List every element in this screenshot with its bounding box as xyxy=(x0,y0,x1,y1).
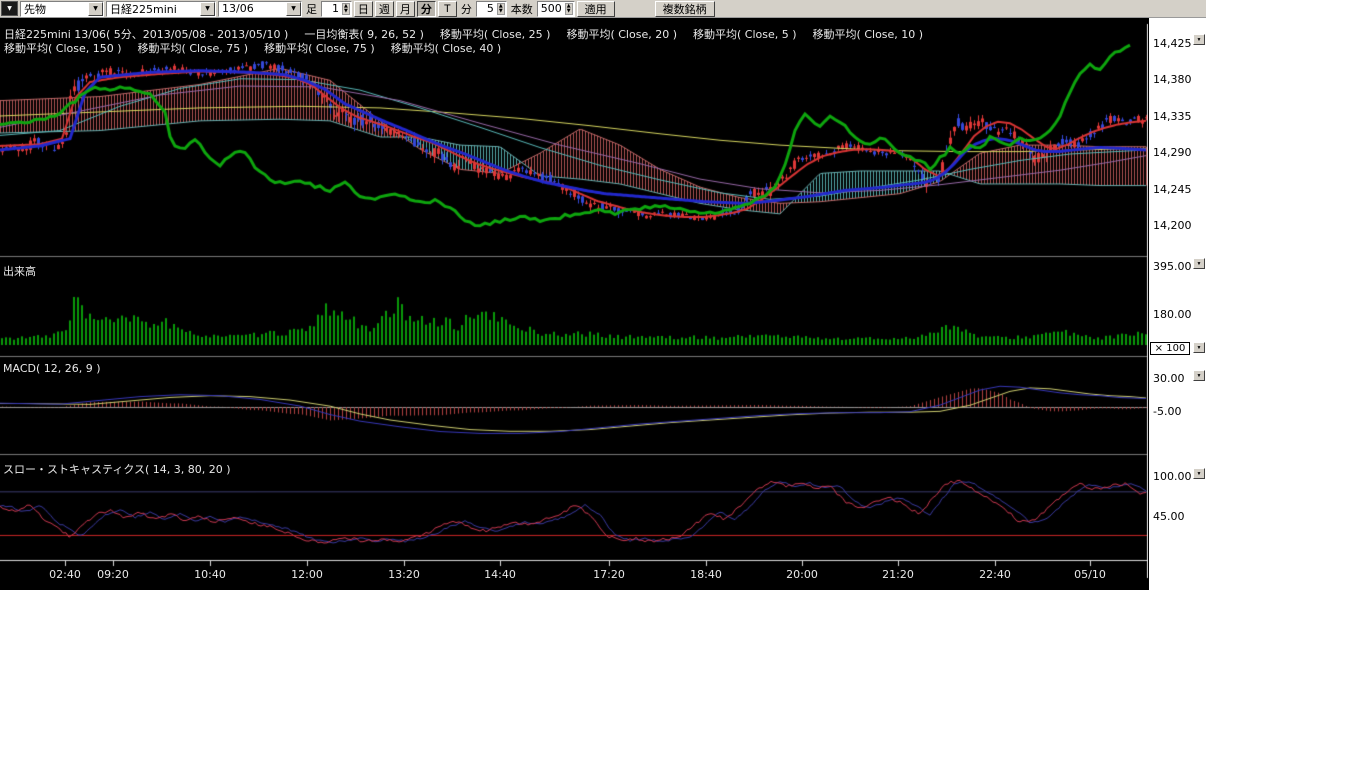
minute-unit-label: 分 xyxy=(459,1,474,17)
spinner-arrows-icon[interactable]: ▲▼ xyxy=(497,3,505,15)
time-axis-label: 02:40 xyxy=(49,568,81,581)
period-tick-button[interactable]: T xyxy=(438,1,457,17)
price-axis-label: 14,335 xyxy=(1153,111,1192,123)
period-minute-button[interactable]: 分 xyxy=(417,1,436,17)
market-select[interactable]: 先物 ▼ xyxy=(20,1,104,17)
time-axis-label: 22:40 xyxy=(979,568,1011,581)
macd-axis-label: 30.00 xyxy=(1153,373,1185,385)
time-axis-label: 12:00 xyxy=(291,568,323,581)
time-axis-label: 13:20 xyxy=(388,568,420,581)
price-axis-label: 14,380 xyxy=(1153,74,1192,86)
price-pane-scale-button[interactable]: ▼ xyxy=(1193,34,1205,45)
indicator-label: 移動平均( Close, 40 ) xyxy=(391,42,502,55)
stoch-pane-scale-button[interactable]: ▼ xyxy=(1193,468,1205,479)
indicator-label: 移動平均( Close, 75 ) xyxy=(138,42,249,55)
time-axis-label: 17:20 xyxy=(593,568,625,581)
symbol-select-value: 日経225mini xyxy=(110,1,177,17)
bar-type-label: 足 xyxy=(304,1,319,17)
price-axis-strip: ▼ ▼ × 100 ▼ ▼ ▼ 14,425 14,380 14,335 14,290… xyxy=(1148,18,1206,590)
chart-application-window: ▼ 先物 ▼ 日経225mini ▼ 13/06 ▼ 足 1 ▲▼ 日 週 月 … xyxy=(0,0,1206,590)
time-axis-label: 21:20 xyxy=(882,568,914,581)
stoch-axis-label: 45.00 xyxy=(1153,511,1185,523)
volume-pane-scale-button[interactable]: ▼ xyxy=(1193,258,1205,269)
stoch-axis-label: 100.00 xyxy=(1153,471,1192,483)
period-day-button[interactable]: 日 xyxy=(354,1,373,17)
volume-axis-label: 395.00 xyxy=(1153,261,1192,273)
minutes-stepper[interactable]: 5 ▲▼ xyxy=(476,1,507,17)
stochastics-pane-label: スロー・ストキャスティクス( 14, 3, 80, 20 ) xyxy=(3,461,231,477)
volume-multiplier-badge: × 100 xyxy=(1150,342,1190,355)
indicator-label: 移動平均( Close, 150 ) xyxy=(4,42,122,55)
spinner-down-icon[interactable]: ▼ xyxy=(344,9,348,14)
price-axis-label: 14,425 xyxy=(1153,38,1192,50)
multi-symbol-button[interactable]: 複数銘柄 xyxy=(655,1,715,17)
price-axis-label: 14,290 xyxy=(1153,147,1192,159)
macd-axis-label: -5.00 xyxy=(1153,406,1181,418)
macd-pane-label: MACD( 12, 26, 9 ) xyxy=(3,362,101,375)
symbol-select[interactable]: 日経225mini ▼ xyxy=(106,1,216,17)
spinner-arrows-icon[interactable]: ▲▼ xyxy=(565,3,573,15)
chevron-down-icon[interactable]: ▼ xyxy=(200,2,215,16)
indicator-label: 移動平均( Close, 10 ) xyxy=(813,28,924,41)
apply-button[interactable]: 適用 xyxy=(577,1,615,17)
chart-area: 日経225mini 13/06( 5分、2013/05/08 - 2013/05… xyxy=(0,18,1148,590)
multiplier-scale-button[interactable]: ▼ xyxy=(1193,342,1205,353)
market-select-value: 先物 xyxy=(24,1,46,17)
price-axis-label: 14,200 xyxy=(1153,220,1192,232)
period-month-button[interactable]: 月 xyxy=(396,1,415,17)
chevron-down-icon: ▼ xyxy=(7,5,12,12)
time-axis-label: 09:20 xyxy=(97,568,129,581)
time-axis-label: 10:40 xyxy=(194,568,226,581)
chart-title-line2: 移動平均( Close, 150 ) 移動平均( Close, 75 ) 移動平均(… xyxy=(4,40,517,56)
time-axis-label: 20:00 xyxy=(786,568,818,581)
volume-pane-label: 出来高 xyxy=(3,263,36,279)
period-week-button[interactable]: 週 xyxy=(375,1,394,17)
spinner-arrows-icon[interactable]: ▲▼ xyxy=(342,3,350,15)
spinner-down-icon[interactable]: ▼ xyxy=(567,9,571,14)
time-axis-label: 05/10 xyxy=(1074,568,1106,581)
price-chart-canvas[interactable] xyxy=(0,18,1148,590)
bar-count-label: 本数 xyxy=(509,1,535,17)
contract-select[interactable]: 13/06 ▼ xyxy=(218,1,302,17)
chevron-down-icon[interactable]: ▼ xyxy=(88,2,103,16)
indicator-label: 移動平均( Close, 20 ) xyxy=(566,28,677,41)
minutes-value: 5 xyxy=(480,2,494,15)
indicator-label: 移動平均( Close, 5 ) xyxy=(693,28,797,41)
indicator-label: 移動平均( Close, 75 ) xyxy=(264,42,375,55)
interval-stepper[interactable]: 1 ▲▼ xyxy=(321,1,352,17)
contract-select-value: 13/06 xyxy=(222,2,254,15)
bar-count-stepper[interactable]: 500 ▲▼ xyxy=(537,1,575,17)
time-axis-label: 14:40 xyxy=(484,568,516,581)
macd-pane-scale-button[interactable]: ▼ xyxy=(1193,370,1205,381)
bar-count-value: 500 xyxy=(541,2,562,15)
price-axis-label: 14,245 xyxy=(1153,184,1192,196)
spinner-down-icon[interactable]: ▼ xyxy=(499,9,503,14)
toolbar: ▼ 先物 ▼ 日経225mini ▼ 13/06 ▼ 足 1 ▲▼ 日 週 月 … xyxy=(0,0,1206,18)
interval-value: 1 xyxy=(325,2,339,15)
chevron-down-icon[interactable]: ▼ xyxy=(286,2,301,16)
time-axis-label: 18:40 xyxy=(690,568,722,581)
window-menu-dropdown[interactable]: ▼ xyxy=(1,1,18,16)
volume-axis-label: 180.00 xyxy=(1153,309,1192,321)
